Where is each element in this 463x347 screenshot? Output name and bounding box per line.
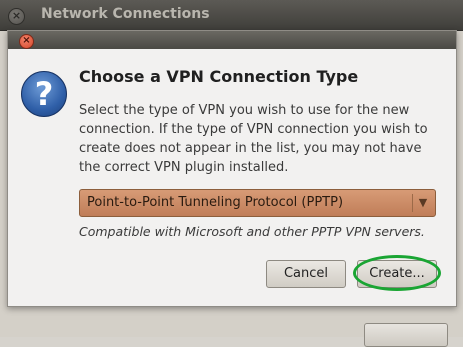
question-icon: ? bbox=[21, 71, 67, 117]
background-close-icon[interactable]: × bbox=[8, 8, 25, 25]
vpn-type-combobox[interactable]: Point-to-Point Tunneling Protocol (PPTP)… bbox=[79, 189, 436, 217]
dialog-heading: Choose a VPN Connection Type bbox=[79, 67, 359, 86]
background-window-titlebar: × Network Connections bbox=[0, 0, 463, 31]
dialog-description: Select the type of VPN you wish to use f… bbox=[79, 103, 428, 175]
vpn-type-dialog: × ? Choose a VPN Connection Type Select … bbox=[7, 30, 457, 307]
chevron-down-icon[interactable]: ▼ bbox=[416, 195, 430, 211]
vpn-type-selected-value: Point-to-Point Tunneling Protocol (PPTP) bbox=[87, 195, 344, 210]
combobox-separator bbox=[412, 194, 413, 212]
background-window-title: Network Connections bbox=[41, 6, 210, 22]
vpn-type-hint: Compatible with Microsoft and other PPTP… bbox=[79, 224, 425, 239]
background-window-button bbox=[364, 323, 448, 347]
dialog-close-icon[interactable]: × bbox=[19, 34, 34, 49]
cancel-button[interactable]: Cancel bbox=[266, 260, 346, 288]
dialog-titlebar: × bbox=[8, 31, 456, 49]
create-button[interactable]: Create... bbox=[357, 260, 437, 288]
